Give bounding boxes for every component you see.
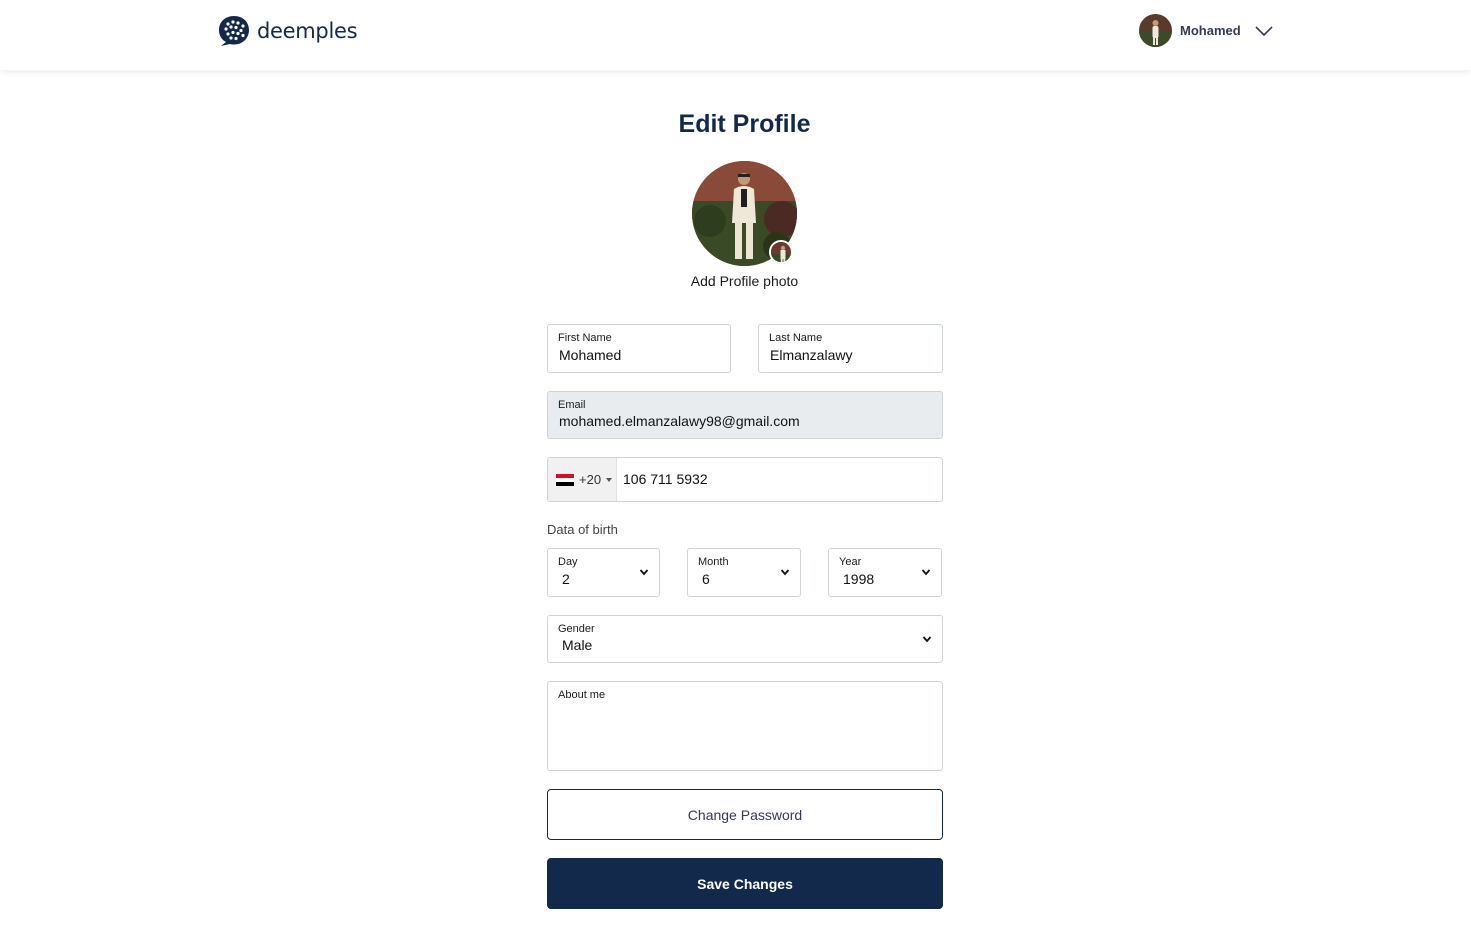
user-name: Mohamed — [1180, 23, 1241, 38]
about-me-label: About me — [558, 689, 606, 701]
day-value: 2 — [562, 571, 570, 587]
email-value: mohamed.elmanzalawy98@gmail.com — [559, 413, 800, 429]
save-changes-button[interactable]: Save Changes — [547, 858, 943, 909]
avatar[interactable] — [1139, 14, 1172, 47]
phone-field[interactable]: +20 106 711 5932 — [547, 457, 943, 502]
last-name-label: Last Name — [769, 332, 823, 344]
deemples-logo-icon — [219, 16, 249, 46]
date-of-birth-label: Data of birth — [547, 522, 618, 537]
top-navbar: deemples Mohamed — [0, 0, 1471, 70]
country-code: +20 — [579, 472, 602, 487]
phone-input[interactable]: 106 711 5932 — [623, 471, 708, 487]
first-name-label: First Name — [558, 332, 612, 344]
day-select[interactable]: Day 2 — [547, 548, 660, 597]
last-name-field[interactable]: Last Name Elmanzalawy — [758, 324, 943, 373]
day-label: Day — [558, 556, 578, 568]
month-value: 6 — [702, 571, 710, 587]
chevron-down-icon — [922, 636, 932, 643]
change-password-button[interactable]: Change Password — [547, 789, 943, 840]
profile-photo[interactable] — [692, 161, 797, 266]
add-profile-photo-link[interactable]: Add Profile photo — [0, 273, 1471, 289]
chevron-down-icon — [780, 569, 790, 576]
camera-icon[interactable] — [769, 240, 793, 264]
email-label: Email — [558, 399, 586, 411]
first-name-field[interactable]: First Name Mohamed — [547, 324, 731, 373]
user-menu[interactable]: Mohamed — [1139, 14, 1241, 47]
first-name-input[interactable]: Mohamed — [559, 347, 621, 363]
logo-text: deemples — [257, 19, 358, 43]
country-code-selector[interactable]: +20 — [548, 458, 617, 501]
caret-down-icon — [606, 477, 613, 482]
gender-select[interactable]: Gender Male — [547, 615, 943, 663]
about-me-textarea[interactable]: About me — [547, 681, 943, 771]
gender-value: Male — [562, 637, 593, 653]
year-select[interactable]: Year 1998 — [828, 548, 942, 597]
year-label: Year — [839, 556, 862, 568]
month-select[interactable]: Month 6 — [687, 548, 801, 597]
chevron-down-icon — [921, 569, 931, 576]
month-label: Month — [698, 556, 729, 568]
last-name-input[interactable]: Elmanzalawy — [770, 347, 852, 363]
email-field: Email mohamed.elmanzalawy98@gmail.com — [547, 391, 943, 439]
chevron-down-icon[interactable] — [1253, 24, 1275, 38]
page-title: Edit Profile — [678, 110, 811, 138]
gender-label: Gender — [558, 623, 595, 635]
year-value: 1998 — [843, 571, 875, 587]
logo[interactable]: deemples — [217, 14, 358, 48]
egypt-flag-icon — [556, 473, 574, 486]
chevron-down-icon — [639, 569, 649, 576]
